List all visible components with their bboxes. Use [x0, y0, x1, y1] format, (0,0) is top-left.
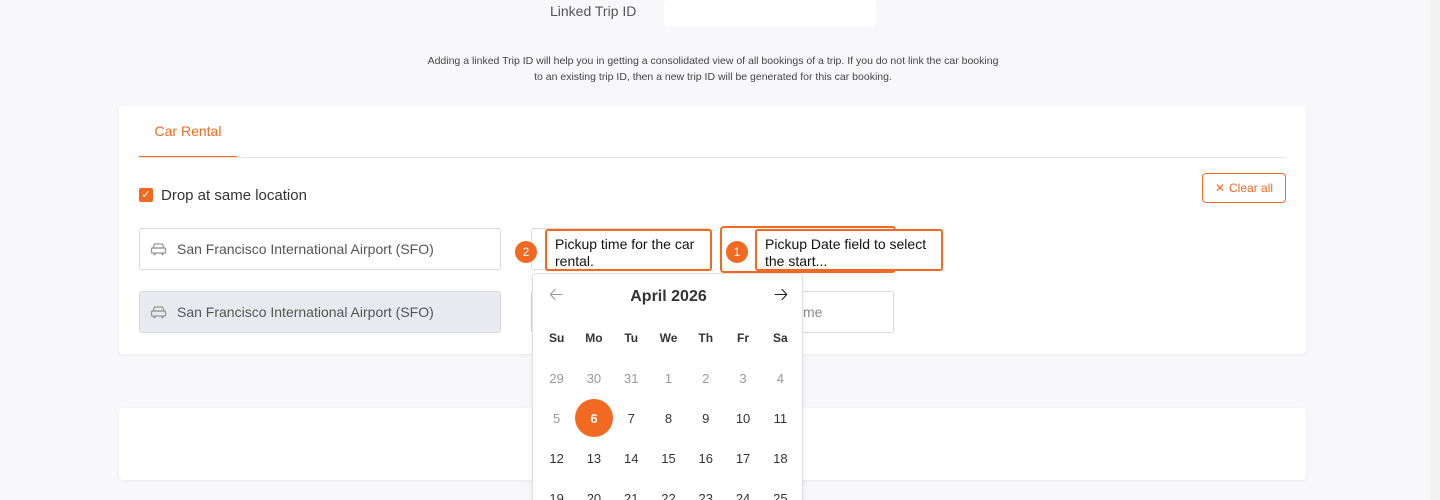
- calendar-day[interactable]: 19: [538, 479, 575, 500]
- date-picker: 🡠 April 2026 🡢 Su Mo Tu We Th Fr Sa 29 30 31 1 2 3 4 5…: [532, 273, 803, 500]
- calendar-day[interactable]: 21: [613, 479, 650, 500]
- calendar-day[interactable]: 4: [762, 359, 799, 397]
- weekday-label: Mo: [585, 331, 603, 345]
- tab-divider: [139, 157, 1286, 158]
- calendar-day[interactable]: 7: [613, 399, 650, 437]
- calendar-day-selected: 6: [575, 399, 613, 437]
- check-icon: ✓: [141, 189, 151, 201]
- drop-time-placeholder: me: [803, 304, 823, 320]
- car-icon: [150, 243, 167, 256]
- drop-location-input[interactable]: San Francisco International Airport (SFO…: [139, 291, 501, 333]
- callout-badge-1: 1: [726, 241, 748, 263]
- pickup-location-input[interactable]: San Francisco International Airport (SFO…: [139, 228, 501, 270]
- calendar-day[interactable]: 8: [650, 399, 687, 437]
- weekday-label: Th: [698, 331, 714, 345]
- calendar-day[interactable]: 17: [724, 439, 761, 477]
- calendar-grid: Su Mo Tu We Th Fr Sa 29 30 31 1 2 3 4 5 6 7 8 9 10 11 12 13 14 1…: [538, 318, 799, 500]
- calendar-day[interactable]: 15: [650, 439, 687, 477]
- calendar-day[interactable]: 22: [650, 479, 687, 500]
- calendar-week: 12 13 14 15 16 17 18: [538, 438, 799, 478]
- weekday-label: Sa: [772, 331, 788, 345]
- calendar-month-label: April 2026: [630, 288, 707, 305]
- clear-all-label: Clear all: [1229, 181, 1274, 195]
- calendar-day[interactable]: 11: [762, 399, 799, 437]
- calendar-day[interactable]: 10: [724, 399, 761, 437]
- calendar-day[interactable]: 13: [575, 439, 612, 477]
- calendar-day[interactable]: 6: [575, 399, 613, 437]
- callout-badge-2: 2: [515, 241, 537, 263]
- calendar-day[interactable]: 30: [575, 359, 612, 397]
- arrow-right-icon[interactable]: 🡢: [769, 284, 793, 308]
- linked-trip-help: Adding a linked Trip ID will help you in…: [400, 53, 1026, 85]
- weekday-label: We: [659, 331, 678, 345]
- calendar-day[interactable]: 24: [724, 479, 761, 500]
- calendar-weekdays: Su Mo Tu We Th Fr Sa: [538, 318, 799, 358]
- weekday-label: Su: [548, 331, 565, 345]
- page-scrollbar[interactable]: [1430, 0, 1440, 500]
- calendar-week: 5 6 7 8 9 10 11: [538, 398, 799, 438]
- linked-trip-input[interactable]: [664, 0, 876, 26]
- calendar-day[interactable]: 2: [687, 359, 724, 397]
- calendar-header: 🡠 April 2026 🡢: [533, 284, 804, 310]
- linked-trip-label: Linked Trip ID: [550, 3, 637, 19]
- calendar-day[interactable]: 3: [724, 359, 761, 397]
- calendar-day[interactable]: 29: [538, 359, 575, 397]
- clear-all-button[interactable]: ✕ Clear all: [1202, 173, 1286, 203]
- car-icon: [150, 306, 167, 319]
- help-line-2: to an existing trip ID, then a new trip …: [534, 71, 892, 83]
- callout-pickup-date: Pickup Date field to select the start...: [755, 229, 943, 271]
- same-location-label: Drop at same location: [161, 187, 307, 204]
- weekday-label: Fr: [737, 331, 750, 345]
- callout-pickup-time: Pickup time for the car rental.: [545, 229, 712, 271]
- calendar-week: 19 20 21 22 23 24 25: [538, 478, 799, 500]
- same-location-checkbox[interactable]: ✓: [139, 188, 153, 202]
- calendar-day[interactable]: 5: [538, 399, 575, 437]
- weekday-label: Tu: [624, 331, 639, 345]
- drop-location-value: San Francisco International Airport (SFO…: [177, 304, 434, 320]
- calendar-day[interactable]: 12: [538, 439, 575, 477]
- calendar-day[interactable]: 20: [575, 479, 612, 500]
- close-icon: ✕: [1214, 181, 1226, 195]
- calendar-day[interactable]: 31: [613, 359, 650, 397]
- calendar-day[interactable]: 9: [687, 399, 724, 437]
- calendar-day[interactable]: 18: [762, 439, 799, 477]
- tab-car-rental[interactable]: Car Rental: [139, 106, 237, 158]
- calendar-day[interactable]: 1: [650, 359, 687, 397]
- calendar-day[interactable]: 14: [613, 439, 650, 477]
- calendar-day[interactable]: 23: [687, 479, 724, 500]
- calendar-day[interactable]: 25: [762, 479, 799, 500]
- calendar-week: 29 30 31 1 2 3 4: [538, 358, 799, 398]
- help-line-1: Adding a linked Trip ID will help you in…: [427, 55, 999, 67]
- pickup-location-value: San Francisco International Airport (SFO…: [177, 241, 434, 257]
- calendar-day[interactable]: 16: [687, 439, 724, 477]
